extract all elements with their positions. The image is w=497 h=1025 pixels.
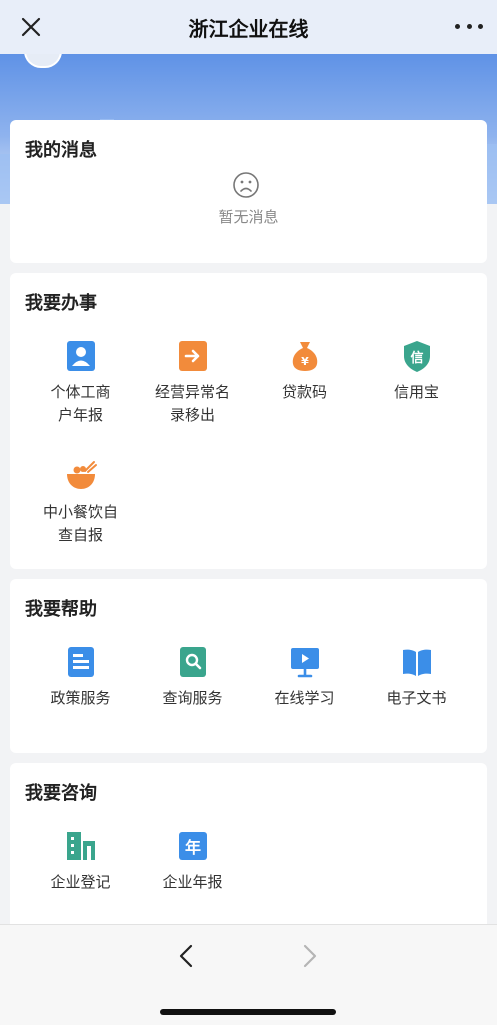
sad-face-icon (233, 172, 259, 198)
empty-message-text: 暂无消息 (218, 208, 279, 226)
more-dot-icon (466, 23, 472, 29)
policy-doc-icon (67, 647, 94, 677)
help-item-label: 查询服务 (162, 689, 223, 707)
page-title: 浙江企业在线 (188, 16, 309, 41)
book-icon (402, 649, 431, 676)
money-bag-icon: ¥ (292, 342, 317, 371)
help-item-electronic-documents[interactable]: 电子文书 (359, 645, 474, 710)
messages-card: 我的消息 暂无消息 (10, 120, 487, 263)
section-title: 我的消息 (25, 140, 97, 161)
consult-item-enterprise-annual-report[interactable]: 年 企业年报 (135, 829, 250, 894)
avatar (24, 54, 62, 68)
affair-label-line2: 户年报 (57, 406, 103, 424)
help-item-query-service[interactable]: 查询服务 (135, 645, 250, 710)
help-item-label: 电子文书 (386, 689, 447, 707)
help-item-label: 政策服务 (50, 689, 111, 707)
person-card-icon (66, 341, 95, 371)
affair-label-line1: 经营异常名 (154, 383, 230, 401)
shield-glyph: 信 (410, 350, 423, 366)
affair-label-line2: 查自报 (57, 526, 103, 544)
search-doc-icon (179, 647, 206, 677)
help-item-online-learning[interactable]: 在线学习 (247, 645, 362, 710)
affair-label-line1: 中小餐饮自 (42, 503, 118, 521)
consult-card: 我要咨询 企业登记 年 企业年报 (10, 763, 487, 933)
more-menu-button[interactable] (455, 16, 483, 36)
affairs-card: 我要办事 个体工商 户年报 经营异常名 录移出 ¥ 贷款码 信 信用宝 中小餐饮… (10, 273, 487, 569)
affair-item-abnormal-list-removal[interactable]: 经营异常名 录移出 (135, 339, 250, 427)
affair-item-catering-self-check[interactable]: 中小餐饮自 查自报 (23, 459, 138, 547)
year-glyph: 年 (184, 838, 200, 857)
help-card: 我要帮助 政策服务 查询服务 在线学习 电子文书 (10, 579, 487, 753)
affair-label-line1: 个体工商 (50, 383, 111, 401)
affair-item-credit-treasure[interactable]: 信 信用宝 (359, 339, 474, 404)
building-icon (66, 832, 95, 860)
svg-text:¥: ¥ (301, 355, 309, 368)
presentation-icon (290, 648, 319, 678)
affair-label-line1: 贷款码 (281, 383, 327, 401)
help-item-policy-service[interactable]: 政策服务 (23, 645, 138, 710)
consult-item-label: 企业登记 (50, 873, 111, 891)
close-icon[interactable] (16, 12, 46, 42)
shield-credit-icon: 信 (403, 341, 430, 372)
section-title: 我要帮助 (25, 599, 97, 620)
back-arrow-icon[interactable] (174, 943, 200, 969)
affair-item-individual-annual-report[interactable]: 个体工商 户年报 (23, 339, 138, 427)
consult-item-enterprise-registration[interactable]: 企业登记 (23, 829, 138, 894)
section-title: 我要办事 (25, 293, 97, 314)
arrow-out-icon (178, 341, 207, 371)
consult-item-label: 企业年报 (162, 873, 223, 891)
affair-item-loan-code[interactable]: ¥ 贷款码 (247, 339, 362, 404)
section-title: 我要咨询 (25, 783, 97, 804)
more-dot-icon (478, 23, 483, 29)
top-bar: 浙江企业在线 (0, 0, 497, 54)
year-report-icon: 年 (178, 832, 207, 860)
more-dot-icon (455, 23, 460, 29)
food-bowl-icon (66, 461, 97, 489)
bottom-navigation (0, 924, 497, 1025)
affair-label-line2: 录移出 (169, 406, 215, 424)
help-item-label: 在线学习 (274, 689, 335, 707)
forward-arrow-icon[interactable] (296, 943, 322, 969)
home-indicator (160, 1009, 336, 1015)
affair-label-line1: 信用宝 (393, 383, 439, 401)
